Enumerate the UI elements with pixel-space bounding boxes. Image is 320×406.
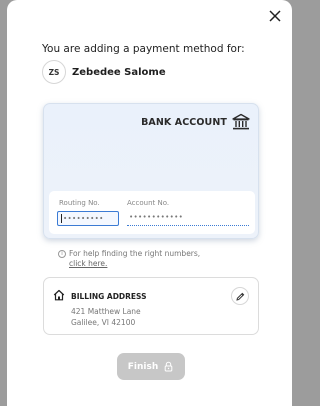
account-number-value: ••••••••••••	[129, 213, 184, 221]
help-text: For help finding the right numbers,	[69, 249, 201, 258]
billing-title: BILLING ADDRESS	[71, 292, 147, 301]
address-line-1: 421 Matthew Lane	[71, 307, 141, 316]
account-fields: Routing No. Account No. ••••••••• ••••••…	[49, 191, 255, 234]
modal-heading: You are adding a payment method for:	[42, 43, 245, 55]
bank-card-title: BANK ACCOUNT	[141, 117, 227, 128]
lock-icon	[164, 361, 173, 372]
account-number-input[interactable]: ••••••••••••	[127, 211, 249, 226]
payment-method-modal: You are adding a payment method for: ZS …	[7, 0, 292, 406]
bank-icon	[232, 113, 250, 130]
house-icon	[53, 289, 65, 301]
avatar: ZS	[42, 60, 66, 84]
address-line-2: Galilee, VI 42100	[71, 318, 136, 327]
text-caret	[61, 214, 62, 223]
edit-address-button[interactable]	[231, 287, 249, 305]
billing-address-card: BILLING ADDRESS 421 Matthew Lane Galilee…	[43, 277, 259, 335]
info-icon: i	[58, 250, 66, 258]
user-name: Zebedee Salome	[72, 66, 166, 78]
routing-number-value: •••••••••	[63, 214, 104, 223]
routing-label: Routing No.	[59, 199, 100, 207]
bank-account-card: BANK ACCOUNT Routing No. Account No. •••…	[43, 103, 259, 239]
user-row: ZS Zebedee Salome	[42, 60, 166, 84]
finish-label: Finish	[127, 361, 159, 372]
pencil-icon	[235, 292, 244, 301]
routing-number-input[interactable]: •••••••••	[57, 211, 119, 226]
finish-button[interactable]: Finish	[117, 353, 185, 380]
close-icon[interactable]	[268, 9, 282, 23]
help-link[interactable]: click here.	[69, 259, 107, 269]
account-label: Account No.	[127, 199, 170, 207]
